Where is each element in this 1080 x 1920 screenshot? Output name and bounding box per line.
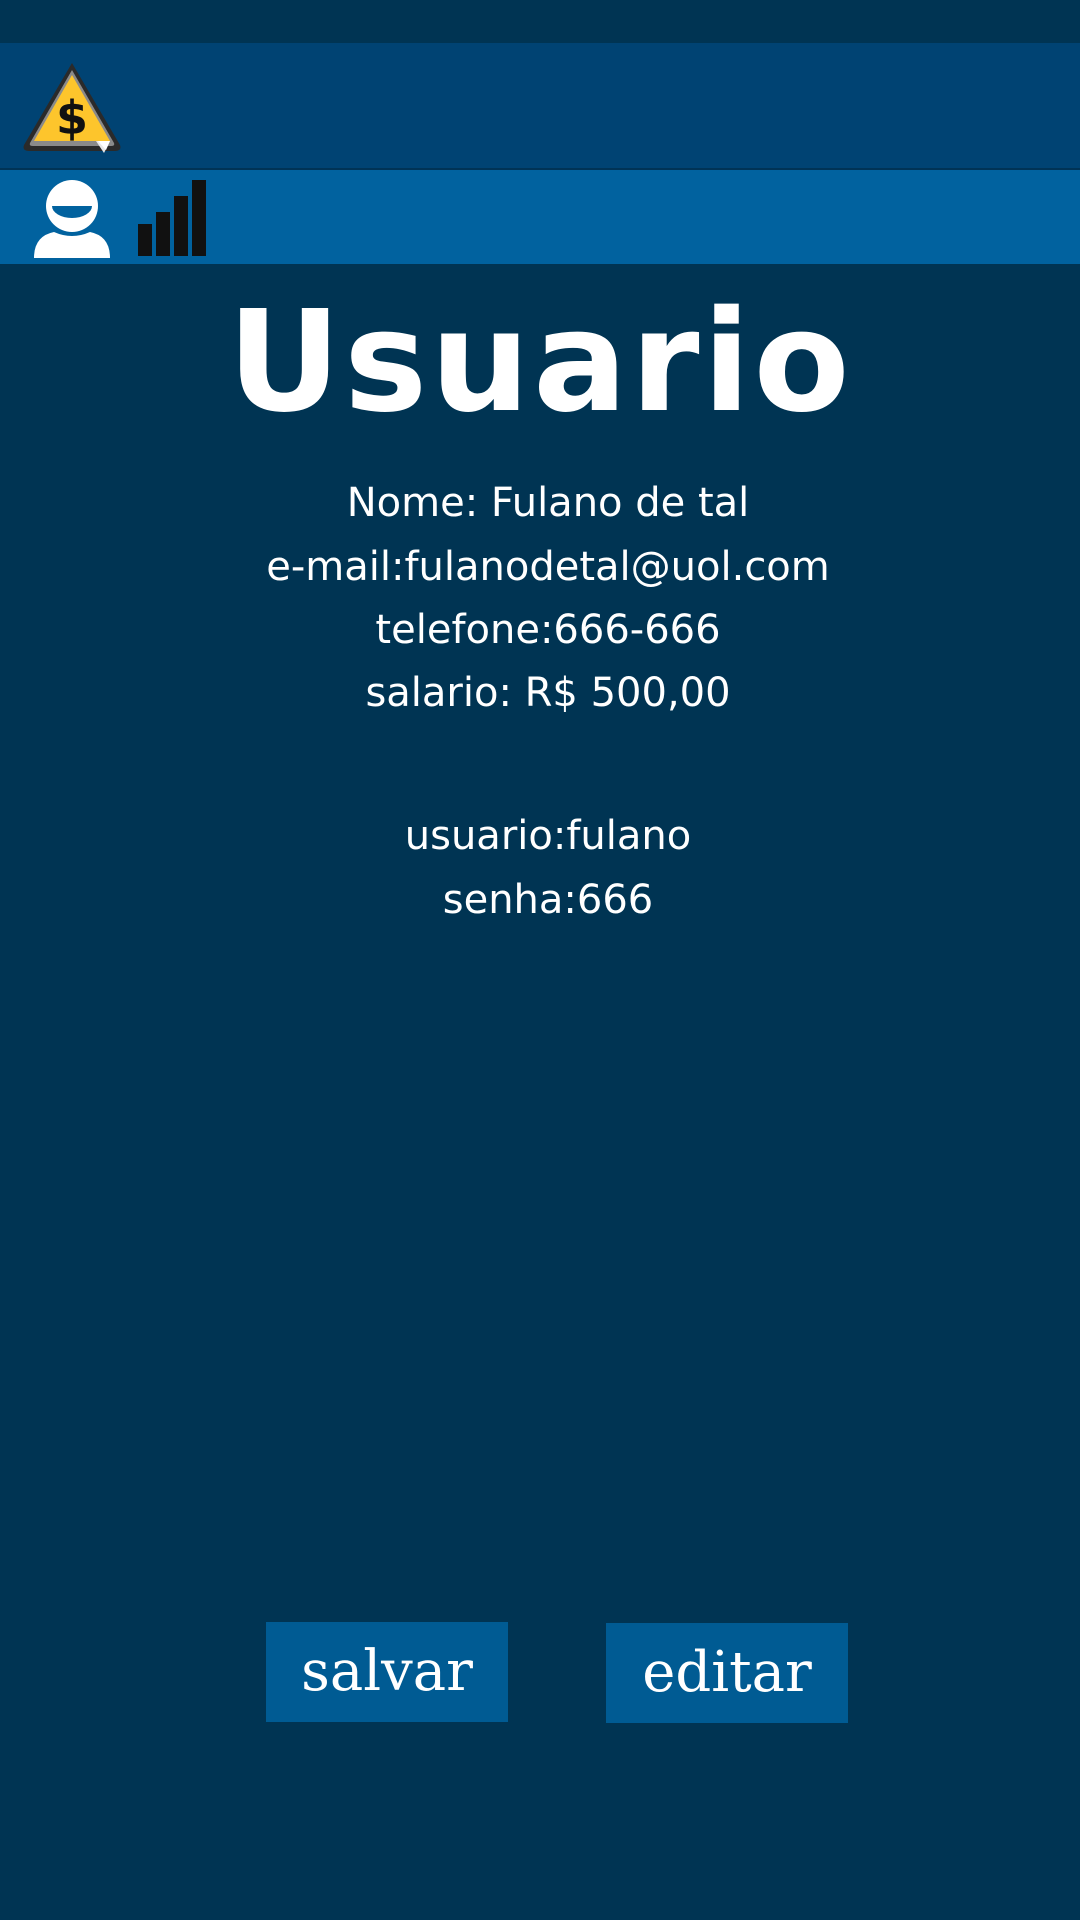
app-header: $ (0, 43, 1080, 170)
name-field: Nome: Fulano de tal (346, 480, 750, 526)
edit-button[interactable]: editar (606, 1623, 848, 1723)
save-button[interactable]: salvar (266, 1622, 508, 1722)
user-icon[interactable] (30, 178, 114, 258)
password-field: senha:666 (442, 877, 654, 923)
bar-chart-icon[interactable] (134, 178, 214, 258)
username-field: usuario:fulano (404, 813, 692, 859)
nav-bar (0, 170, 1080, 264)
warning-dollar-sign-icon: $ (23, 63, 121, 153)
page-title: Usuario (227, 281, 853, 444)
phone-field: telefone:666-666 (375, 607, 721, 653)
email-field: e-mail:fulanodetal@uol.com (266, 544, 830, 590)
salary-field: salario: R$ 500,00 (365, 670, 731, 716)
svg-text:$: $ (56, 91, 88, 145)
status-strip (0, 0, 1080, 43)
